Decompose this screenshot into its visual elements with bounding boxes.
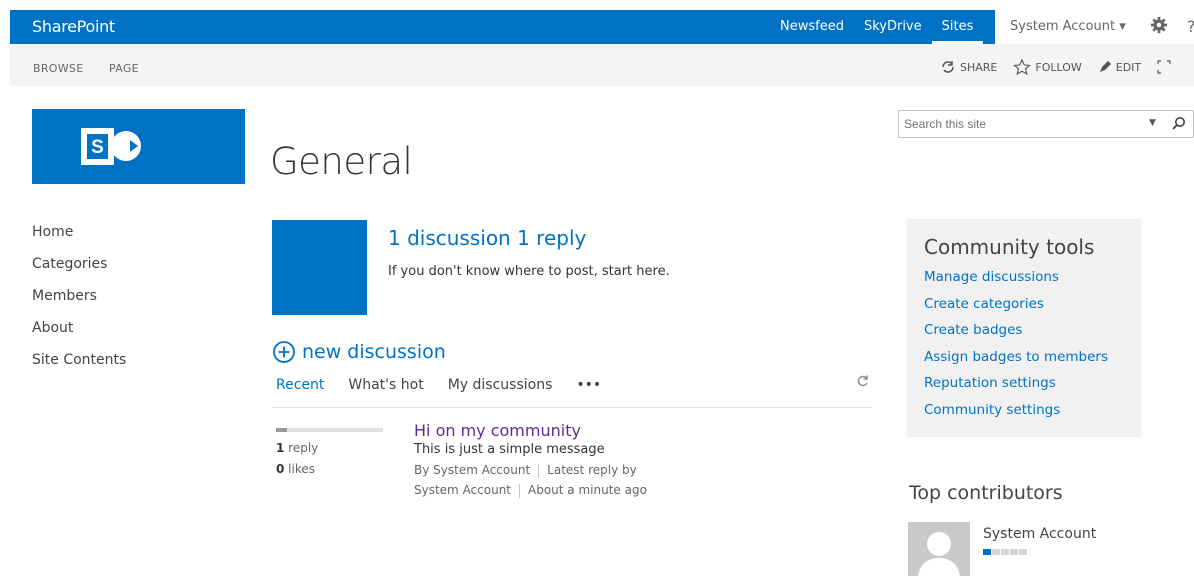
tool-create-badges[interactable]: Create badges [924, 322, 1108, 349]
meta-separator [519, 483, 521, 498]
search-icon[interactable] [1171, 116, 1187, 132]
nav-item-about[interactable]: About [32, 320, 126, 352]
discussion-title-link[interactable]: Hi on my community [414, 421, 581, 440]
follow-label: FOLLOW [1035, 60, 1082, 74]
tool-community-settings[interactable]: Community settings [924, 402, 1108, 429]
help-icon[interactable]: ? [1187, 17, 1194, 36]
svg-text:S: S [91, 137, 104, 158]
suite-bar: SharePoint Newsfeed SkyDrive Sites Syste… [10, 10, 1194, 44]
new-discussion-button[interactable]: new discussion [272, 340, 446, 364]
page-title: General [270, 140, 413, 183]
share-button[interactable]: SHARE [940, 59, 997, 75]
reputation-segment [992, 549, 1000, 555]
community-description: If you don't know where to post, start h… [388, 264, 670, 279]
tab-my-discussions[interactable]: My discussions [448, 377, 553, 393]
tab-more[interactable]: ••• [576, 377, 601, 393]
latest-reply-label: Latest reply by [547, 463, 637, 477]
left-nav: Home Categories Members About Site Conte… [32, 224, 126, 384]
tabs-divider [272, 407, 872, 408]
nav-item-categories[interactable]: Categories [32, 256, 126, 288]
reply-count-label: reply [284, 441, 319, 455]
reputation-segment [1010, 549, 1018, 555]
skydrive-link[interactable]: SkyDrive [854, 10, 932, 44]
like-count-label: likes [284, 462, 315, 476]
edit-label: EDIT [1115, 60, 1142, 74]
default-user-icon [918, 532, 960, 576]
share-label: SHARE [960, 60, 998, 74]
like-count: 0 likes [276, 462, 315, 476]
discussion-meta-line-2: System Account About a minute ago [414, 483, 647, 498]
tool-assign-badges[interactable]: Assign badges to members [924, 349, 1108, 376]
contributor-name-link[interactable]: System Account [983, 526, 1096, 542]
nav-item-members[interactable]: Members [32, 288, 126, 320]
newsfeed-link[interactable]: Newsfeed [770, 10, 854, 44]
discussion-body: This is just a simple message [414, 442, 605, 457]
refresh-icon[interactable] [856, 374, 870, 388]
account-menu[interactable]: System Account ▾ [1010, 19, 1126, 34]
share-icon [942, 61, 954, 73]
sharepoint-logo-icon: S [81, 128, 141, 165]
star-icon [1013, 59, 1032, 75]
discussion-tabs: Recent What's hot My discussions ••• [276, 377, 601, 393]
sites-link[interactable]: Sites [931, 10, 984, 44]
reputation-segment [1019, 549, 1027, 555]
popularity-bar [276, 428, 383, 432]
ribbon-actions: SHARE FOLLOW EDIT [940, 59, 1171, 75]
reply-count: 1 reply [276, 441, 318, 455]
search-scope-dropdown-icon[interactable]: ▼ [1149, 118, 1156, 128]
nav-item-home[interactable]: Home [32, 224, 126, 256]
focus-on-content-button[interactable] [1157, 59, 1171, 75]
edit-button[interactable]: EDIT [1098, 59, 1141, 75]
ribbon-tab-page[interactable]: PAGE [109, 62, 139, 75]
site-logo[interactable]: S [32, 109, 245, 184]
reputation-segment [983, 549, 991, 555]
pencil-icon [1099, 61, 1111, 72]
meta-separator [538, 463, 540, 478]
focus-icon [1157, 60, 1171, 74]
community-tools-list: Manage discussions Create categories Cre… [924, 269, 1108, 428]
tool-create-categories[interactable]: Create categories [924, 296, 1108, 323]
brand-link[interactable]: SharePoint [32, 17, 115, 36]
ribbon: BROWSE PAGE SHARE FOLLOW EDIT [10, 44, 1194, 86]
tool-reputation-settings[interactable]: Reputation settings [924, 375, 1108, 402]
tab-whats-hot[interactable]: What's hot [348, 377, 423, 393]
author-link[interactable]: By System Account [414, 463, 530, 477]
suite-links: Newsfeed SkyDrive Sites [770, 10, 984, 44]
community-tile [272, 220, 367, 315]
search-box: ▼ [898, 110, 1194, 138]
top-contributors-title: Top contributors [909, 482, 1063, 504]
popularity-fill [276, 428, 287, 432]
tab-recent[interactable]: Recent [276, 377, 324, 393]
latest-author-link[interactable]: System Account [414, 483, 511, 497]
discussion-meta-line-1: By System Account Latest reply by [414, 463, 637, 478]
latest-time-link[interactable]: About a minute ago [528, 483, 647, 497]
ribbon-tab-browse[interactable]: BROWSE [33, 62, 83, 75]
account-area: System Account ▾ ? [995, 10, 1194, 44]
add-circle-icon [273, 341, 295, 363]
community-tools-panel: Community tools Manage discussions Creat… [907, 219, 1141, 437]
tool-manage-discussions[interactable]: Manage discussions [924, 269, 1108, 296]
follow-button[interactable]: FOLLOW [1013, 59, 1082, 75]
gear-icon[interactable] [1150, 16, 1168, 34]
nav-item-site-contents[interactable]: Site Contents [32, 352, 126, 384]
reputation-segment [1001, 549, 1009, 555]
community-stats[interactable]: 1 discussion 1 reply [388, 226, 586, 250]
avatar[interactable] [908, 522, 970, 576]
reputation-bars [983, 549, 1027, 555]
new-discussion-label: new discussion [302, 341, 446, 363]
community-tools-title: Community tools [924, 235, 1095, 259]
search-input[interactable] [899, 111, 1119, 137]
